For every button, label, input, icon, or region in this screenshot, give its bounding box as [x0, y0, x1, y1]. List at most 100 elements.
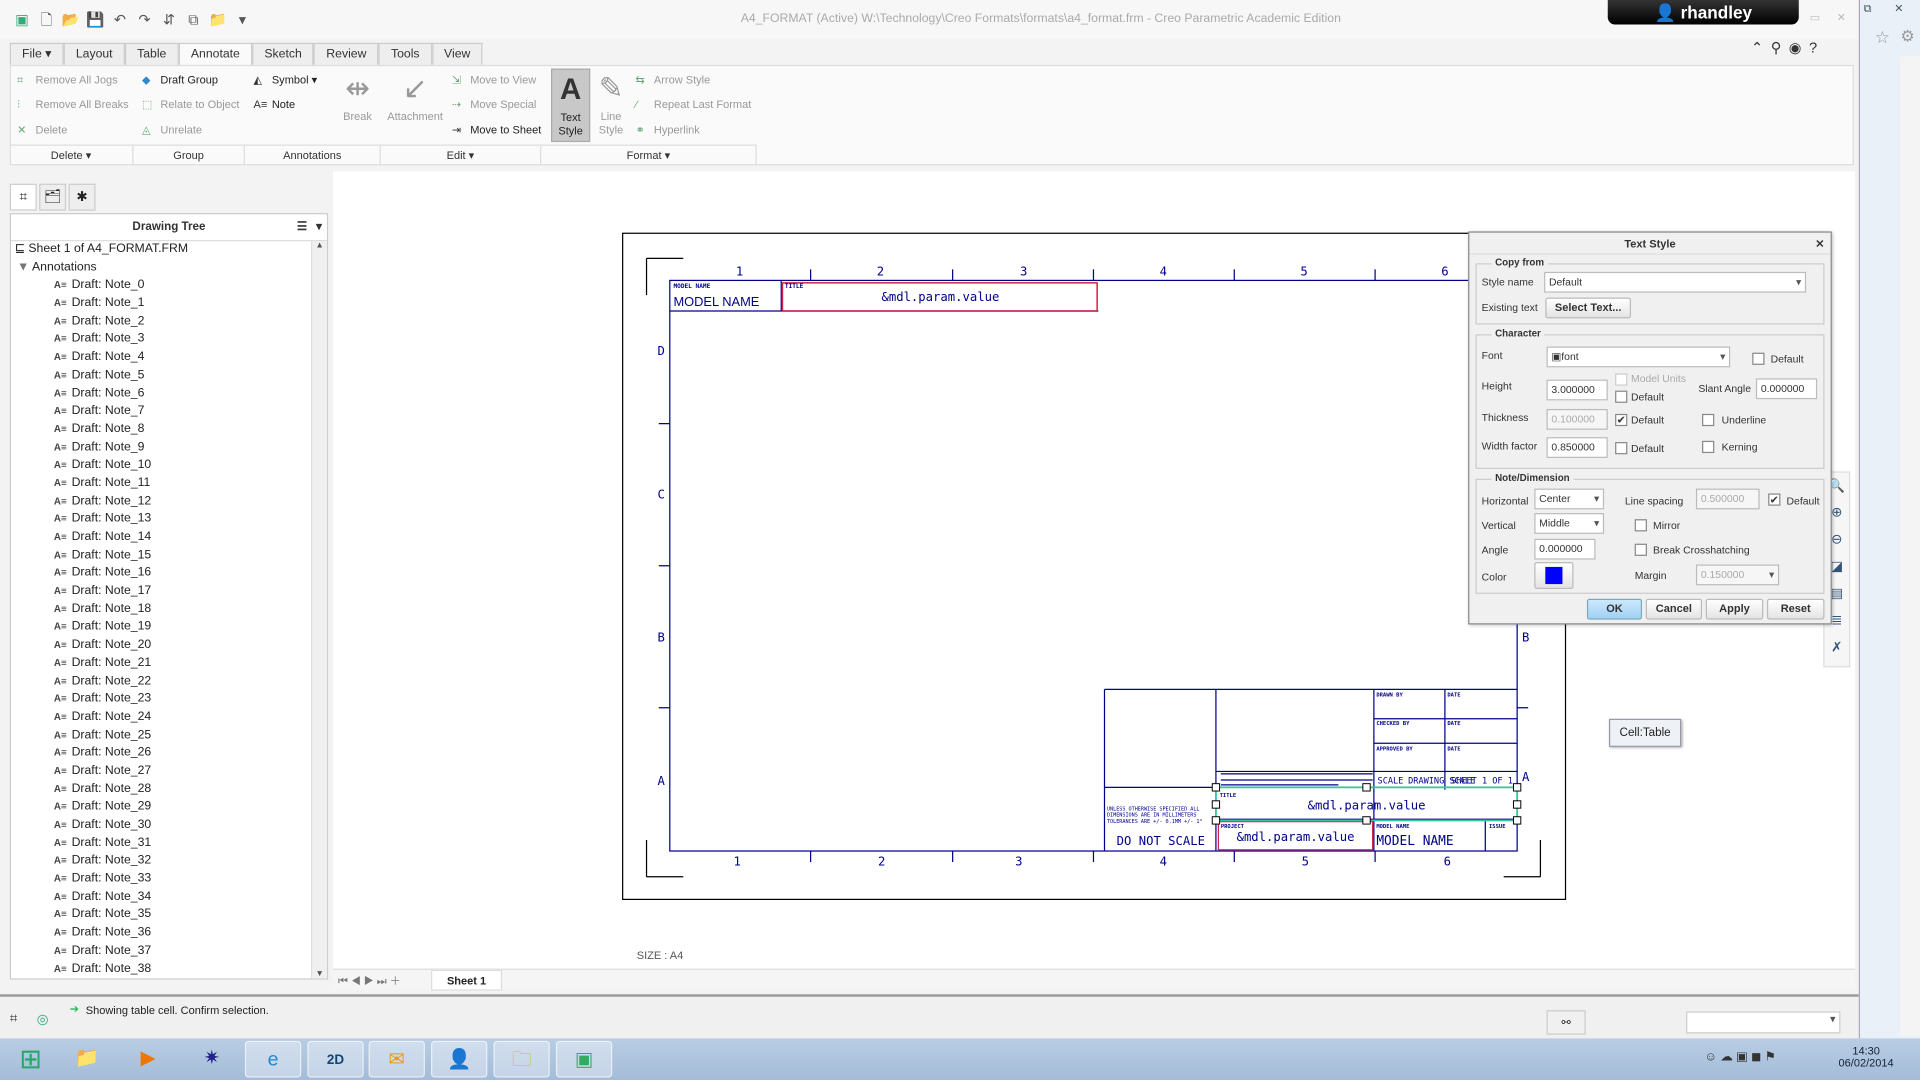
tree-item-note[interactable]: A≡ Draft: Note_7: [11, 403, 312, 421]
browser-scrollbar[interactable]: [1900, 56, 1920, 1036]
taskbar-2d-design-icon[interactable]: 2D: [307, 1040, 364, 1078]
group-delete[interactable]: Delete ▾: [10, 145, 134, 166]
tree-item-note[interactable]: A≡ Draft: Note_37: [11, 943, 312, 961]
margin-input[interactable]: 0.150000: [1695, 564, 1780, 586]
remove-all-jogs-button[interactable]: ⌗ Remove All Jogs: [17, 73, 117, 86]
tree-item-note[interactable]: A≡ Draft: Note_5: [11, 367, 312, 385]
color-button[interactable]: [1534, 562, 1574, 589]
attachment-button[interactable]: ↙ Attachment: [384, 69, 445, 124]
browser-toggle-icon[interactable]: ◎: [37, 1011, 49, 1028]
tree-item-note[interactable]: A≡ Draft: Note_4: [11, 349, 312, 367]
undo-icon[interactable]: ↶: [110, 10, 130, 30]
tree-item-note[interactable]: A≡ Draft: Note_26: [11, 745, 312, 763]
horizontal-select[interactable]: Center: [1534, 488, 1605, 510]
tree-item-note[interactable]: A≡ Draft: Note_30: [11, 817, 312, 835]
help-icon[interactable]: ?: [1809, 39, 1817, 56]
taskbar-explorer-icon[interactable]: 📁: [59, 1041, 115, 1078]
dialog-close-icon[interactable]: ✕: [1815, 233, 1824, 255]
reset-button[interactable]: Reset: [1766, 598, 1825, 620]
taskbar-app-icon[interactable]: ✷: [184, 1041, 240, 1078]
tree-item-note[interactable]: A≡ Draft: Note_1: [11, 295, 312, 313]
tree-item-note[interactable]: A≡ Draft: Note_8: [11, 421, 312, 439]
remove-all-breaks-button[interactable]: ⫶ Remove All Breaks: [17, 98, 128, 111]
taskbar-creo-user-icon[interactable]: 👤: [431, 1040, 488, 1078]
tree-item-note[interactable]: A≡ Draft: Note_13: [11, 511, 312, 529]
repeat-last-format-button[interactable]: ⁄ Repeat Last Format: [636, 98, 752, 110]
tree-annotations-node[interactable]: ▼ Annotations: [11, 259, 312, 277]
taskbar-outlook-icon[interactable]: ✉: [368, 1040, 425, 1078]
search-icon[interactable]: ⚲: [1771, 39, 1782, 56]
move-to-view-button[interactable]: ⇲ Move to View: [452, 73, 536, 86]
relate-to-object-button[interactable]: ⬚ Relate to Object: [142, 98, 239, 111]
tree-item-note[interactable]: A≡ Draft: Note_22: [11, 673, 312, 691]
new-icon[interactable]: 🗋: [37, 10, 57, 30]
pane-close-icon[interactable]: ✕: [1894, 2, 1903, 15]
tab-sketch[interactable]: Sketch: [252, 42, 315, 65]
mirror-checkbox[interactable]: [1634, 519, 1647, 532]
selection-filter-icon[interactable]: ⚯: [1546, 1010, 1586, 1035]
tree-root-sheet[interactable]: ⊑ Sheet 1 of A4_FORMAT.FRM: [11, 241, 312, 259]
delete-button[interactable]: ✕ Delete: [17, 124, 67, 137]
apply-button[interactable]: Apply: [1705, 598, 1764, 620]
select-text-button[interactable]: Select Text...: [1545, 297, 1632, 319]
height-input[interactable]: 3.000000: [1546, 379, 1608, 401]
close-icon[interactable]: ✕: [1837, 11, 1846, 24]
expand-triangle-icon[interactable]: ▼: [17, 260, 32, 273]
tree-item-note[interactable]: A≡ Draft: Note_34: [11, 889, 312, 907]
tree-item-note[interactable]: A≡ Draft: Note_0: [11, 277, 312, 295]
system-tray-icons[interactable]: ☺ ☁ ▣ ◼ ⚑: [1704, 1051, 1775, 1064]
tree-item-note[interactable]: A≡ Draft: Note_21: [11, 655, 312, 673]
tree-menu-chevron-icon[interactable]: ▾: [316, 214, 322, 241]
symbol-button[interactable]: ◭ Symbol ▾: [253, 73, 317, 86]
annotation-display-icon[interactable]: ✗: [1824, 634, 1848, 661]
ok-button[interactable]: OK: [1586, 598, 1643, 620]
sheet-nav-icons[interactable]: ⏮ ◀ ▶ ⏭ ＋: [338, 972, 401, 988]
cancel-button[interactable]: Cancel: [1645, 598, 1703, 620]
tab-layout[interactable]: Layout: [63, 42, 125, 65]
tab-tools[interactable]: Tools: [378, 42, 432, 65]
restore-icon[interactable]: ⧉: [1864, 2, 1872, 15]
break-button[interactable]: ⇹ Break: [339, 69, 376, 124]
height-default-checkbox[interactable]: [1615, 390, 1628, 403]
line-spacing-default-checkbox[interactable]: ✔: [1768, 493, 1781, 506]
redo-icon[interactable]: ↷: [135, 10, 155, 30]
windows-icon[interactable]: ⧉: [184, 10, 204, 30]
sheet-tab-1[interactable]: Sheet 1: [431, 969, 503, 991]
line-style-button[interactable]: ✎ Line Style: [594, 69, 628, 138]
favorite-star-icon[interactable]: ☆: [1875, 27, 1890, 48]
start-button[interactable]: ⊞: [2, 1041, 58, 1078]
tree-item-note[interactable]: A≡ Draft: Note_31: [11, 835, 312, 853]
tab-review[interactable]: Review: [314, 42, 379, 65]
tree-item-note[interactable]: A≡ Draft: Note_16: [11, 565, 312, 583]
width-default-checkbox[interactable]: [1615, 442, 1628, 455]
tree-item-note[interactable]: A≡ Draft: Note_11: [11, 475, 312, 493]
save-icon[interactable]: 💾: [86, 10, 106, 30]
font-select[interactable]: ▣font: [1546, 346, 1731, 368]
customize-chevron-icon[interactable]: ▾: [233, 10, 253, 30]
thickness-input[interactable]: 0.100000: [1546, 408, 1608, 430]
arrow-style-button[interactable]: ⇆ Arrow Style: [636, 73, 711, 86]
style-name-select[interactable]: Default: [1544, 271, 1807, 293]
tab-table[interactable]: Table: [124, 42, 179, 65]
tree-item-note[interactable]: A≡ Draft: Note_27: [11, 763, 312, 781]
note-button[interactable]: A≡ Note: [253, 98, 295, 110]
group-format[interactable]: Format ▾: [541, 145, 757, 166]
tree-item-note[interactable]: A≡ Draft: Note_24: [11, 709, 312, 727]
maximize-icon[interactable]: ▭: [1810, 11, 1820, 24]
kerning-checkbox[interactable]: [1702, 440, 1715, 454]
folder-browser-tab-icon[interactable]: 🗂: [39, 183, 67, 211]
tree-settings-icon[interactable]: ☰: [297, 214, 307, 241]
tree-item-note[interactable]: A≡ Draft: Note_6: [11, 385, 312, 403]
tree-item-note[interactable]: A≡ Draft: Note_3: [11, 331, 312, 349]
tree-item-note[interactable]: A≡ Draft: Note_9: [11, 439, 312, 457]
tree-item-note[interactable]: A≡ Draft: Note_14: [11, 529, 312, 547]
taskbar-ie-icon[interactable]: e: [244, 1040, 302, 1078]
line-spacing-input[interactable]: 0.500000: [1695, 488, 1760, 510]
font-default-checkbox[interactable]: [1752, 352, 1765, 365]
tree-item-note[interactable]: A≡ Draft: Note_36: [11, 925, 312, 943]
tab-annotate[interactable]: Annotate: [178, 42, 253, 67]
tree-item-note[interactable]: A≡ Draft: Note_10: [11, 457, 312, 475]
tree-item-note[interactable]: A≡ Draft: Note_35: [11, 907, 312, 925]
minimize-ribbon-icon[interactable]: ⌃: [1751, 39, 1763, 56]
clock[interactable]: 14:30 06/02/2014: [1832, 1044, 1901, 1068]
